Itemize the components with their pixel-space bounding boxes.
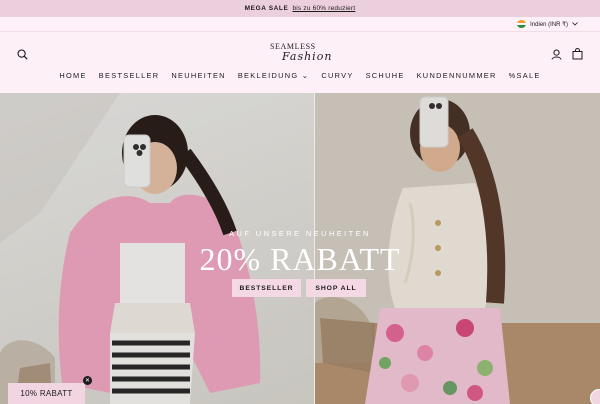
- site-header: Indien (INR ₹) SEAMLESS Fashion HOME BES…: [0, 17, 600, 93]
- chat-widget-icon[interactable]: [590, 389, 600, 404]
- nav-neuheiten[interactable]: NEUHEITEN: [165, 71, 231, 80]
- brand-logo-script: Fashion: [282, 50, 333, 63]
- nav-home[interactable]: HOME: [53, 71, 92, 80]
- nav-schuhe[interactable]: SCHUHE: [360, 71, 411, 80]
- hero-eyebrow: AUF UNSERE NEUHEITEN: [229, 229, 371, 238]
- bestseller-button[interactable]: BESTSELLER: [232, 279, 301, 297]
- nav-bestseller[interactable]: BESTSELLER: [93, 71, 166, 80]
- main-nav: HOME BESTSELLER NEUHEITEN BEKLEIDUNG ⌄ C…: [0, 71, 600, 80]
- chevron-down-icon: [572, 22, 578, 26]
- locale-selector[interactable]: Indien (INR ₹): [517, 20, 578, 28]
- brand-logo[interactable]: SEAMLESS Fashion: [262, 41, 338, 69]
- close-icon[interactable]: ✕: [83, 376, 92, 385]
- nav-sale[interactable]: %SALE: [503, 71, 547, 80]
- search-icon[interactable]: [16, 48, 28, 60]
- announcement-bold: MEGA SALE: [244, 5, 289, 12]
- announcement-link[interactable]: bis zu 60% reduziert: [292, 5, 355, 12]
- announcement-bar: MEGA SALE bis zu 60% reduziert: [0, 0, 600, 17]
- bag-icon[interactable]: [571, 47, 583, 60]
- nav-kundennummer[interactable]: KUNDENNUMMER: [411, 71, 503, 80]
- discount-popup-button[interactable]: 10% RABATT: [8, 383, 85, 404]
- shop-all-button[interactable]: SHOP ALL: [306, 279, 366, 297]
- nav-curvy[interactable]: CURVY: [315, 71, 359, 80]
- hero-headline: 20% RABATT: [199, 241, 401, 277]
- user-icon[interactable]: [550, 48, 562, 60]
- locale-label: Indien (INR ₹): [530, 21, 568, 28]
- nav-bekleidung[interactable]: BEKLEIDUNG ⌄: [232, 71, 316, 80]
- hero-banner[interactable]: AUF UNSERE NEUHEITEN 20% RABATT BESTSELL…: [0, 93, 600, 404]
- header-divider: [0, 31, 600, 32]
- india-flag-icon: [517, 20, 527, 28]
